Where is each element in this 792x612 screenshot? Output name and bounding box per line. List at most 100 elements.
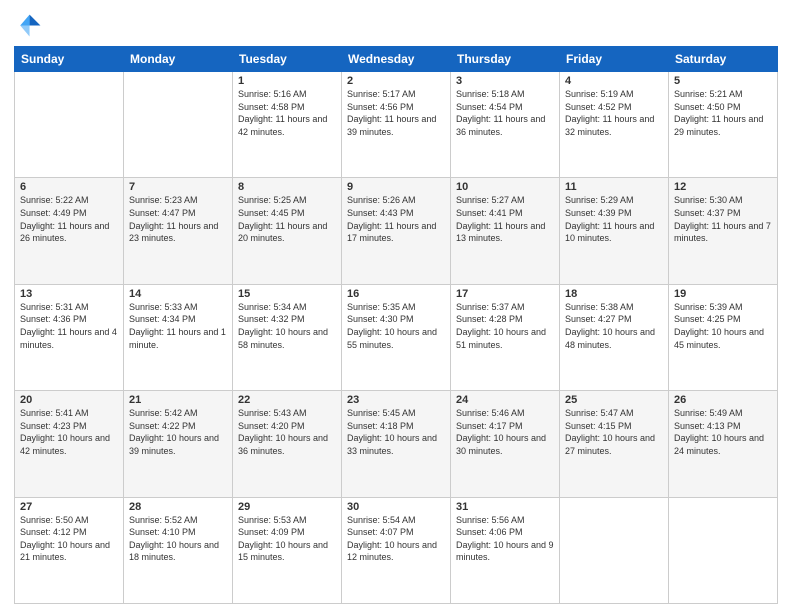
calendar-cell: 29Sunrise: 5:53 AMSunset: 4:09 PMDayligh… bbox=[233, 497, 342, 603]
day-info: Sunrise: 5:56 AMSunset: 4:06 PMDaylight:… bbox=[456, 514, 554, 564]
day-number: 12 bbox=[674, 181, 772, 193]
header-monday: Monday bbox=[124, 47, 233, 72]
calendar-cell: 8Sunrise: 5:25 AMSunset: 4:45 PMDaylight… bbox=[233, 178, 342, 284]
header-saturday: Saturday bbox=[669, 47, 778, 72]
day-number: 31 bbox=[456, 501, 554, 513]
day-number: 29 bbox=[238, 501, 336, 513]
calendar-cell: 25Sunrise: 5:47 AMSunset: 4:15 PMDayligh… bbox=[560, 391, 669, 497]
calendar-cell: 11Sunrise: 5:29 AMSunset: 4:39 PMDayligh… bbox=[560, 178, 669, 284]
calendar-cell bbox=[560, 497, 669, 603]
day-info: Sunrise: 5:23 AMSunset: 4:47 PMDaylight:… bbox=[129, 194, 227, 244]
day-number: 25 bbox=[565, 394, 663, 406]
calendar-cell: 4Sunrise: 5:19 AMSunset: 4:52 PMDaylight… bbox=[560, 72, 669, 178]
calendar-table: Sunday Monday Tuesday Wednesday Thursday… bbox=[14, 46, 778, 604]
header-tuesday: Tuesday bbox=[233, 47, 342, 72]
calendar-cell: 12Sunrise: 5:30 AMSunset: 4:37 PMDayligh… bbox=[669, 178, 778, 284]
day-info: Sunrise: 5:45 AMSunset: 4:18 PMDaylight:… bbox=[347, 407, 445, 457]
day-info: Sunrise: 5:35 AMSunset: 4:30 PMDaylight:… bbox=[347, 301, 445, 351]
calendar-cell: 14Sunrise: 5:33 AMSunset: 4:34 PMDayligh… bbox=[124, 284, 233, 390]
calendar-week-row: 6Sunrise: 5:22 AMSunset: 4:49 PMDaylight… bbox=[15, 178, 778, 284]
calendar-cell bbox=[669, 497, 778, 603]
day-info: Sunrise: 5:33 AMSunset: 4:34 PMDaylight:… bbox=[129, 301, 227, 351]
calendar-cell: 31Sunrise: 5:56 AMSunset: 4:06 PMDayligh… bbox=[451, 497, 560, 603]
day-number: 23 bbox=[347, 394, 445, 406]
day-number: 1 bbox=[238, 75, 336, 87]
day-number: 2 bbox=[347, 75, 445, 87]
day-number: 4 bbox=[565, 75, 663, 87]
day-info: Sunrise: 5:37 AMSunset: 4:28 PMDaylight:… bbox=[456, 301, 554, 351]
day-info: Sunrise: 5:43 AMSunset: 4:20 PMDaylight:… bbox=[238, 407, 336, 457]
day-info: Sunrise: 5:31 AMSunset: 4:36 PMDaylight:… bbox=[20, 301, 118, 351]
day-info: Sunrise: 5:38 AMSunset: 4:27 PMDaylight:… bbox=[565, 301, 663, 351]
day-number: 3 bbox=[456, 75, 554, 87]
day-number: 15 bbox=[238, 288, 336, 300]
day-number: 11 bbox=[565, 181, 663, 193]
day-number: 13 bbox=[20, 288, 118, 300]
day-info: Sunrise: 5:34 AMSunset: 4:32 PMDaylight:… bbox=[238, 301, 336, 351]
day-info: Sunrise: 5:39 AMSunset: 4:25 PMDaylight:… bbox=[674, 301, 772, 351]
calendar-week-row: 1Sunrise: 5:16 AMSunset: 4:58 PMDaylight… bbox=[15, 72, 778, 178]
calendar-cell: 3Sunrise: 5:18 AMSunset: 4:54 PMDaylight… bbox=[451, 72, 560, 178]
day-number: 5 bbox=[674, 75, 772, 87]
day-number: 16 bbox=[347, 288, 445, 300]
calendar-cell: 28Sunrise: 5:52 AMSunset: 4:10 PMDayligh… bbox=[124, 497, 233, 603]
day-number: 18 bbox=[565, 288, 663, 300]
day-info: Sunrise: 5:42 AMSunset: 4:22 PMDaylight:… bbox=[129, 407, 227, 457]
day-number: 9 bbox=[347, 181, 445, 193]
calendar-cell: 16Sunrise: 5:35 AMSunset: 4:30 PMDayligh… bbox=[342, 284, 451, 390]
day-number: 22 bbox=[238, 394, 336, 406]
day-info: Sunrise: 5:19 AMSunset: 4:52 PMDaylight:… bbox=[565, 88, 663, 138]
calendar-cell: 6Sunrise: 5:22 AMSunset: 4:49 PMDaylight… bbox=[15, 178, 124, 284]
header bbox=[14, 10, 778, 38]
logo-icon bbox=[14, 10, 42, 38]
calendar-cell: 19Sunrise: 5:39 AMSunset: 4:25 PMDayligh… bbox=[669, 284, 778, 390]
day-number: 7 bbox=[129, 181, 227, 193]
calendar-cell: 22Sunrise: 5:43 AMSunset: 4:20 PMDayligh… bbox=[233, 391, 342, 497]
calendar-cell: 23Sunrise: 5:45 AMSunset: 4:18 PMDayligh… bbox=[342, 391, 451, 497]
calendar-cell bbox=[124, 72, 233, 178]
calendar-cell bbox=[15, 72, 124, 178]
header-friday: Friday bbox=[560, 47, 669, 72]
calendar-cell: 15Sunrise: 5:34 AMSunset: 4:32 PMDayligh… bbox=[233, 284, 342, 390]
day-info: Sunrise: 5:29 AMSunset: 4:39 PMDaylight:… bbox=[565, 194, 663, 244]
logo bbox=[14, 10, 44, 38]
day-number: 8 bbox=[238, 181, 336, 193]
day-info: Sunrise: 5:52 AMSunset: 4:10 PMDaylight:… bbox=[129, 514, 227, 564]
day-info: Sunrise: 5:18 AMSunset: 4:54 PMDaylight:… bbox=[456, 88, 554, 138]
day-info: Sunrise: 5:27 AMSunset: 4:41 PMDaylight:… bbox=[456, 194, 554, 244]
calendar-cell: 2Sunrise: 5:17 AMSunset: 4:56 PMDaylight… bbox=[342, 72, 451, 178]
day-number: 28 bbox=[129, 501, 227, 513]
day-number: 24 bbox=[456, 394, 554, 406]
calendar-cell: 5Sunrise: 5:21 AMSunset: 4:50 PMDaylight… bbox=[669, 72, 778, 178]
day-info: Sunrise: 5:54 AMSunset: 4:07 PMDaylight:… bbox=[347, 514, 445, 564]
calendar-cell: 24Sunrise: 5:46 AMSunset: 4:17 PMDayligh… bbox=[451, 391, 560, 497]
day-number: 20 bbox=[20, 394, 118, 406]
day-info: Sunrise: 5:53 AMSunset: 4:09 PMDaylight:… bbox=[238, 514, 336, 564]
day-number: 30 bbox=[347, 501, 445, 513]
day-info: Sunrise: 5:16 AMSunset: 4:58 PMDaylight:… bbox=[238, 88, 336, 138]
calendar-cell: 26Sunrise: 5:49 AMSunset: 4:13 PMDayligh… bbox=[669, 391, 778, 497]
calendar-page: Sunday Monday Tuesday Wednesday Thursday… bbox=[0, 0, 792, 612]
day-number: 27 bbox=[20, 501, 118, 513]
weekday-header-row: Sunday Monday Tuesday Wednesday Thursday… bbox=[15, 47, 778, 72]
calendar-cell: 30Sunrise: 5:54 AMSunset: 4:07 PMDayligh… bbox=[342, 497, 451, 603]
day-number: 26 bbox=[674, 394, 772, 406]
header-wednesday: Wednesday bbox=[342, 47, 451, 72]
day-info: Sunrise: 5:30 AMSunset: 4:37 PMDaylight:… bbox=[674, 194, 772, 244]
calendar-cell: 10Sunrise: 5:27 AMSunset: 4:41 PMDayligh… bbox=[451, 178, 560, 284]
calendar-cell: 27Sunrise: 5:50 AMSunset: 4:12 PMDayligh… bbox=[15, 497, 124, 603]
day-number: 14 bbox=[129, 288, 227, 300]
calendar-cell: 1Sunrise: 5:16 AMSunset: 4:58 PMDaylight… bbox=[233, 72, 342, 178]
calendar-cell: 9Sunrise: 5:26 AMSunset: 4:43 PMDaylight… bbox=[342, 178, 451, 284]
day-info: Sunrise: 5:41 AMSunset: 4:23 PMDaylight:… bbox=[20, 407, 118, 457]
day-number: 21 bbox=[129, 394, 227, 406]
day-info: Sunrise: 5:17 AMSunset: 4:56 PMDaylight:… bbox=[347, 88, 445, 138]
calendar-week-row: 27Sunrise: 5:50 AMSunset: 4:12 PMDayligh… bbox=[15, 497, 778, 603]
day-info: Sunrise: 5:47 AMSunset: 4:15 PMDaylight:… bbox=[565, 407, 663, 457]
calendar-cell: 21Sunrise: 5:42 AMSunset: 4:22 PMDayligh… bbox=[124, 391, 233, 497]
day-info: Sunrise: 5:21 AMSunset: 4:50 PMDaylight:… bbox=[674, 88, 772, 138]
calendar-cell: 20Sunrise: 5:41 AMSunset: 4:23 PMDayligh… bbox=[15, 391, 124, 497]
calendar-cell: 17Sunrise: 5:37 AMSunset: 4:28 PMDayligh… bbox=[451, 284, 560, 390]
day-info: Sunrise: 5:22 AMSunset: 4:49 PMDaylight:… bbox=[20, 194, 118, 244]
calendar-cell: 18Sunrise: 5:38 AMSunset: 4:27 PMDayligh… bbox=[560, 284, 669, 390]
